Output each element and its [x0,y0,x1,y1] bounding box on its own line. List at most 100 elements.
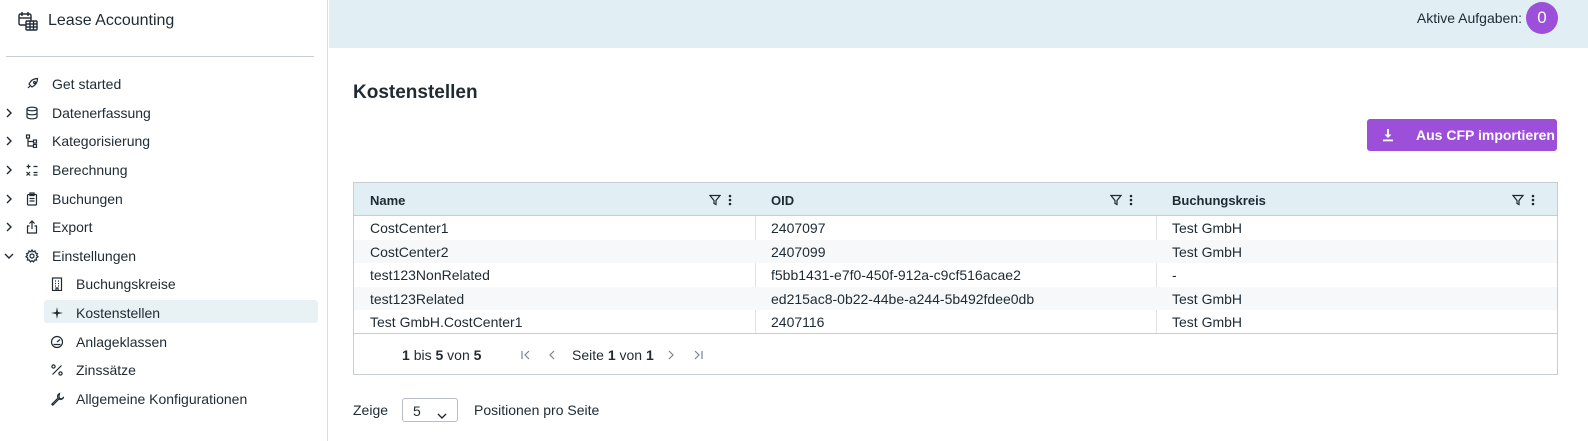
cell-oid: ed215ac8-0b22-44be-a244-5b492fdee0db [771,290,1035,307]
page-title: Kostenstellen [353,82,478,103]
filter-icon[interactable] [1109,193,1123,206]
sidebar-item-label: Buchungskreise [76,276,176,293]
column-header-label: Buchungskreis [1172,193,1266,208]
export-icon [24,219,40,235]
cell-oid: 2407097 [771,220,826,236]
cell-buchungskreis: Test GmbH [1172,243,1243,260]
column-menu-icon[interactable] [728,193,732,206]
table-header: Name OID Buchungskreis [354,183,1557,216]
sidebar-item-anlageklassen[interactable]: Anlageklassen [0,327,328,356]
building-icon [49,276,65,292]
filter-icon[interactable] [708,193,722,206]
first-page-icon[interactable] [520,348,532,360]
range-bis: bis [413,347,432,363]
import-cfp-label: Aus CFP importieren [1416,127,1555,143]
pagination-bar: 1 bis 5 von 5 Seite 1 von 1 [354,333,1557,374]
sidebar-item-label: Einstellungen [52,247,137,264]
table-row[interactable]: CostCenter1 2407097 Test GmbH [354,216,1557,240]
cell-name: CostCenter2 [370,243,449,260]
app-header[interactable]: Lease Accounting [16,8,174,34]
table-row[interactable]: test123Related ed215ac8-0b22-44be-a244-5… [354,286,1557,311]
cost-center-table: Name OID Buchungskreis CostCenter1 24070… [353,182,1558,375]
clipboard-icon [24,191,40,207]
page-seite: Seite [572,347,604,363]
range-to: 5 [435,347,444,363]
last-page-icon[interactable] [692,348,704,360]
column-header-label: OID [771,193,795,208]
sidebar-item-label: Datenerfassung [52,104,151,121]
chevron-right-icon[interactable] [3,135,15,147]
wrench-icon [49,391,65,407]
table-row[interactable]: CostCenter2 2407099 Test GmbH [354,239,1557,264]
sidebar-item-label: Kategorisierung [52,133,151,150]
page-current: 1 [607,347,616,363]
range-from: 1 [402,347,410,363]
gear-icon [24,248,40,264]
import-cfp-button[interactable]: Aus CFP importieren [1367,119,1557,151]
sidebar-item-einstellungen[interactable]: Einstellungen [0,242,328,271]
sidebar-item-berechnung[interactable]: Berechnung [0,156,328,185]
chevron-right-icon[interactable] [3,164,15,176]
filter-icon[interactable] [1511,193,1525,206]
sidebar-item-buchungskreise[interactable]: Buchungskreise [0,270,328,299]
main-content: Kostenstellen Aus CFP importieren Name O… [329,48,1588,441]
range-von: von [447,347,470,363]
rocket-icon [24,76,40,92]
cell-name: test123NonRelated [370,267,490,284]
sidebar-item-label: Zinssätze [76,362,136,379]
sidebar-item-label: Kostenstellen [76,305,161,322]
sidebar-item-get-started[interactable]: Get started [0,70,328,99]
page-total: 1 [645,347,654,363]
chevron-right-icon[interactable] [3,107,15,119]
chevron-right-icon[interactable] [3,221,15,233]
column-menu-icon[interactable] [1531,193,1535,206]
table-row[interactable]: test123NonRelated f5bb1431-e7f0-450f-912… [354,263,1557,287]
sidebar-item-zinssaetze[interactable]: Zinssätze [0,356,328,385]
chevron-down-icon[interactable] [3,250,15,262]
hierarchy-icon [24,133,40,149]
column-header-oid[interactable]: OID [755,183,1156,216]
sidebar-item-kategorisierung[interactable]: Kategorisierung [0,127,328,156]
percent-icon [49,362,65,378]
sidebar-item-label: Berechnung [52,162,128,179]
cell-name: test123Related [370,290,465,307]
cell-buchungskreis: - [1172,267,1177,284]
cell-oid: 2407099 [771,243,826,260]
previous-page-icon[interactable] [546,348,558,360]
column-menu-icon[interactable] [1129,193,1133,206]
chevron-right-icon[interactable] [3,193,15,205]
sidebar-item-label: Buchungen [52,190,123,207]
column-header-name[interactable]: Name [354,183,755,216]
sidebar-item-label: Anlageklassen [76,333,168,350]
column-header-label: Name [370,193,406,208]
sidebar-item-label: Get started [52,76,122,93]
cell-name: Test GmbH.CostCenter1 [370,314,523,331]
column-header-buchungskreis[interactable]: Buchungskreis [1156,183,1557,216]
sidebar-item-export[interactable]: Export [0,213,328,242]
sidebar-divider [6,56,314,57]
cell-buchungskreis: Test GmbH [1172,314,1243,331]
sidebar: Lease Accounting Get started Datenerfass… [0,0,328,441]
pagination-page: Seite 1 von 1 [572,347,654,363]
sidebar-item-kostenstellen[interactable]: Kostenstellen [0,299,328,328]
cell-oid: f5bb1431-e7f0-450f-912a-c9cf516acae2 [771,267,1021,284]
page-size-value: 5 [413,403,421,419]
calendar-grid-icon [16,9,40,33]
chevron-down-icon [437,407,447,419]
active-tasks-label: Aktive Aufgaben: [1416,10,1522,26]
range-total: 5 [473,347,482,363]
sidebar-item-datenerfassung[interactable]: Datenerfassung [0,99,328,128]
next-page-icon[interactable] [665,348,677,360]
active-tasks-badge[interactable]: 0 [1526,2,1558,34]
page-size-suffix: Positionen pro Seite [474,402,600,418]
sidebar-item-label: Allgemeine Konfigurationen [76,390,248,407]
table-row[interactable]: Test GmbH.CostCenter1 2407116 Test GmbH [354,310,1557,334]
cell-name: CostCenter1 [370,220,449,236]
page-size-label: Zeige [353,402,389,418]
page-size-select[interactable]: 5 [402,398,458,422]
gauge-icon [49,334,65,350]
cell-buchungskreis: Test GmbH [1172,290,1243,307]
cell-buchungskreis: Test GmbH [1172,220,1243,236]
sidebar-item-allgemeine-konfigurationen[interactable]: Allgemeine Konfigurationen [0,385,328,414]
sidebar-item-buchungen[interactable]: Buchungen [0,184,328,213]
